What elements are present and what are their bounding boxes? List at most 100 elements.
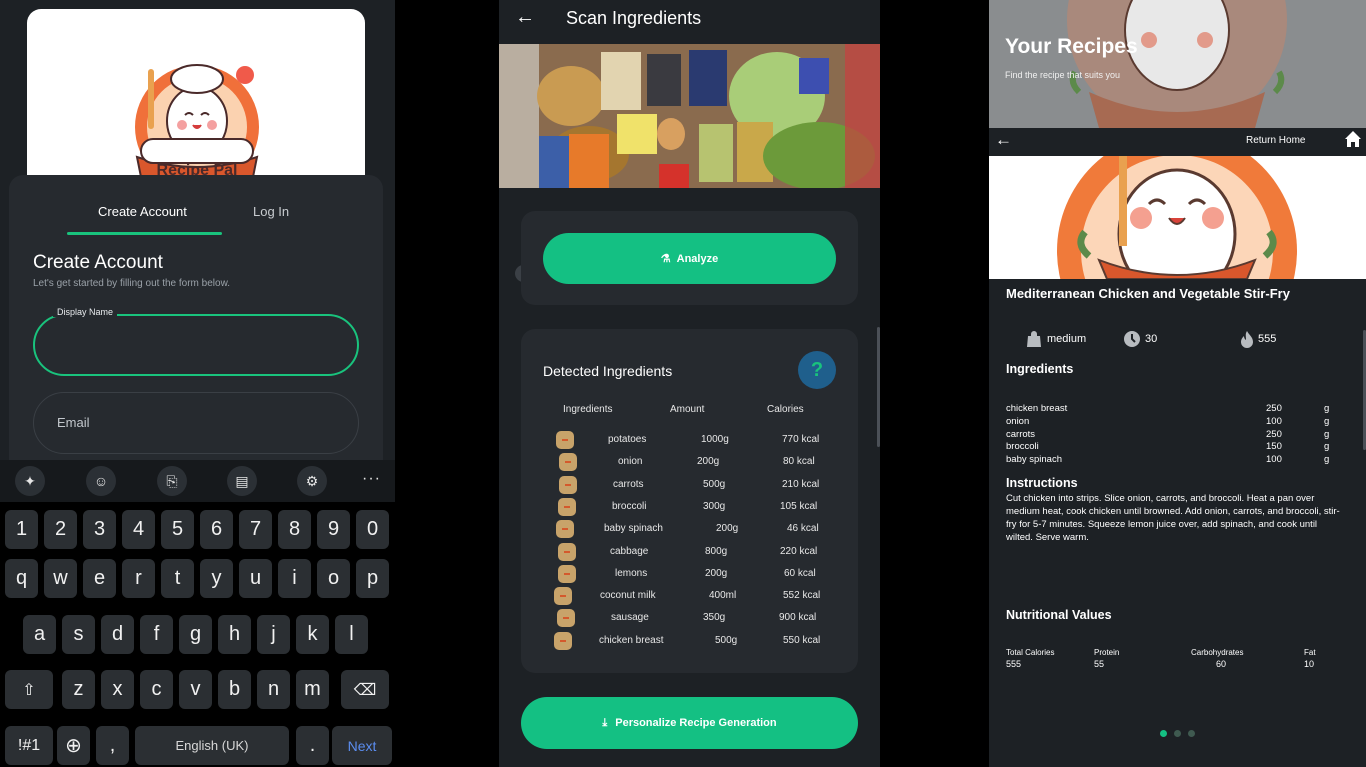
scrollbar[interactable] xyxy=(877,327,880,447)
recipe-ingredient-row: chicken breast 250 g xyxy=(1006,403,1336,416)
symbols-key[interactable]: !#1 xyxy=(5,726,53,765)
back-arrow-icon[interactable]: ← xyxy=(515,6,535,29)
pager-dot[interactable] xyxy=(1174,730,1181,737)
clipboard-icon[interactable]: ▤ xyxy=(227,466,257,496)
remove-ingredient-button[interactable] xyxy=(558,542,576,561)
home-icon[interactable] xyxy=(1344,130,1362,153)
signup-screen: Recipe Pal Create Account Log In Create … xyxy=(0,0,395,767)
tab-indicator xyxy=(67,232,222,235)
return-home-link[interactable]: Return Home xyxy=(1246,135,1305,146)
key-i[interactable]: i xyxy=(278,559,311,598)
key-4[interactable]: 4 xyxy=(122,510,155,549)
section-title: Detected Ingredients xyxy=(543,363,673,379)
key-w[interactable]: w xyxy=(44,559,77,598)
emoji-icon[interactable]: ☺ xyxy=(86,466,116,496)
personalize-recipe-button[interactable]: ⤓ Personalize Recipe Generation xyxy=(521,697,858,749)
remove-ingredient-button[interactable] xyxy=(558,564,576,583)
backspace-key[interactable]: ⌫ xyxy=(341,670,389,709)
key-l[interactable]: l xyxy=(335,615,368,654)
difficulty-value: medium xyxy=(1047,333,1087,345)
ingredient-name: coconut milk xyxy=(600,590,656,602)
key-8[interactable]: 8 xyxy=(278,510,311,549)
ingredient-amount: 500g xyxy=(715,634,738,646)
pager-dot[interactable] xyxy=(1188,730,1195,737)
back-arrow-icon[interactable]: ← xyxy=(995,130,1012,150)
key-n[interactable]: n xyxy=(257,670,290,709)
download-icon: ⤓ xyxy=(602,716,608,729)
ingredient-calories: 552 kcal xyxy=(783,590,821,602)
sparkle-icon[interactable]: ✦ xyxy=(15,466,45,496)
ingredient-amount: 500g xyxy=(703,478,726,490)
pager-dot[interactable] xyxy=(1160,730,1167,737)
key-j[interactable]: j xyxy=(257,615,290,654)
remove-ingredient-button[interactable] xyxy=(559,453,577,472)
ingredient-name: carrots xyxy=(613,478,644,490)
ingredient-calories: 60 kcal xyxy=(784,567,816,579)
key-9[interactable]: 9 xyxy=(317,510,350,549)
remove-ingredient-button[interactable] xyxy=(559,475,577,494)
remove-ingredient-button[interactable] xyxy=(554,631,572,650)
key-a[interactable]: a xyxy=(23,615,56,654)
key-g[interactable]: g xyxy=(179,615,212,654)
translate-icon[interactable]: ⎘ xyxy=(157,466,187,496)
key-0[interactable]: 0 xyxy=(356,510,389,549)
key-p[interactable]: p xyxy=(356,559,389,598)
ingredient-row: carrots 500g 210 kcal xyxy=(521,474,858,496)
key-2[interactable]: 2 xyxy=(44,510,77,549)
ingredient-row: broccoli 300g 105 kcal xyxy=(521,496,858,518)
ingredient-amount: 400ml xyxy=(709,590,737,602)
remove-ingredient-button[interactable] xyxy=(554,587,572,606)
key-y[interactable]: y xyxy=(200,559,233,598)
key-3[interactable]: 3 xyxy=(83,510,116,549)
recipe-ingredient-unit: g xyxy=(1324,415,1330,427)
key-d[interactable]: d xyxy=(101,615,134,654)
globe-icon[interactable]: ⊕ xyxy=(57,726,90,765)
remove-ingredient-button[interactable] xyxy=(558,497,576,516)
comma-key[interactable]: , xyxy=(96,726,129,765)
key-x[interactable]: x xyxy=(101,670,134,709)
key-v[interactable]: v xyxy=(179,670,212,709)
key-m[interactable]: m xyxy=(296,670,329,709)
tab-log-in[interactable]: Log In xyxy=(253,204,289,219)
key-f[interactable]: f xyxy=(140,615,173,654)
key-1[interactable]: 1 xyxy=(5,510,38,549)
key-7[interactable]: 7 xyxy=(239,510,272,549)
display-name-field[interactable]: Display Name xyxy=(33,307,359,376)
more-icon[interactable]: ··· xyxy=(362,470,381,488)
remove-ingredient-button[interactable] xyxy=(557,609,575,628)
key-c[interactable]: c xyxy=(140,670,173,709)
key-h[interactable]: h xyxy=(218,615,251,654)
tab-create-account[interactable]: Create Account xyxy=(98,204,187,219)
shift-key[interactable]: ⇧ xyxy=(5,670,53,709)
recipe-ingredient-qty: 150 xyxy=(1266,441,1282,453)
key-k[interactable]: k xyxy=(296,615,329,654)
gear-icon[interactable]: ⚙ xyxy=(297,466,327,496)
key-r[interactable]: r xyxy=(122,559,155,598)
remove-ingredient-button[interactable] xyxy=(556,431,574,449)
ingredient-name: sausage xyxy=(611,612,649,624)
key-b[interactable]: b xyxy=(218,670,251,709)
remove-ingredient-button[interactable] xyxy=(556,520,574,539)
help-button[interactable]: ? xyxy=(798,351,836,389)
period-key[interactable]: . xyxy=(296,726,329,765)
ingredient-row: chicken breast 500g 550 kcal xyxy=(521,630,858,652)
recipe-ingredient-name: baby spinach xyxy=(1006,454,1062,466)
key-o[interactable]: o xyxy=(317,559,350,598)
email-field[interactable]: Email xyxy=(33,392,359,454)
recipe-ingredient-row: carrots 250 g xyxy=(1006,429,1336,442)
space-key[interactable]: English (UK) xyxy=(135,726,289,765)
key-s[interactable]: s xyxy=(62,615,95,654)
key-u[interactable]: u xyxy=(239,559,272,598)
key-5[interactable]: 5 xyxy=(161,510,194,549)
key-t[interactable]: t xyxy=(161,559,194,598)
key-e[interactable]: e xyxy=(83,559,116,598)
key-q[interactable]: q xyxy=(5,559,38,598)
ingredient-name: lemons xyxy=(615,567,648,579)
recipe-ingredient-qty: 100 xyxy=(1266,454,1282,466)
recipes-screen: Your Recipes Find the recipe that suits … xyxy=(989,0,1366,767)
next-key[interactable]: Next xyxy=(332,726,392,765)
nutrition-label: Total Calories xyxy=(1006,648,1055,657)
analyze-button[interactable]: ⚗ Analyze xyxy=(543,233,836,284)
key-6[interactable]: 6 xyxy=(200,510,233,549)
key-z[interactable]: z xyxy=(62,670,95,709)
